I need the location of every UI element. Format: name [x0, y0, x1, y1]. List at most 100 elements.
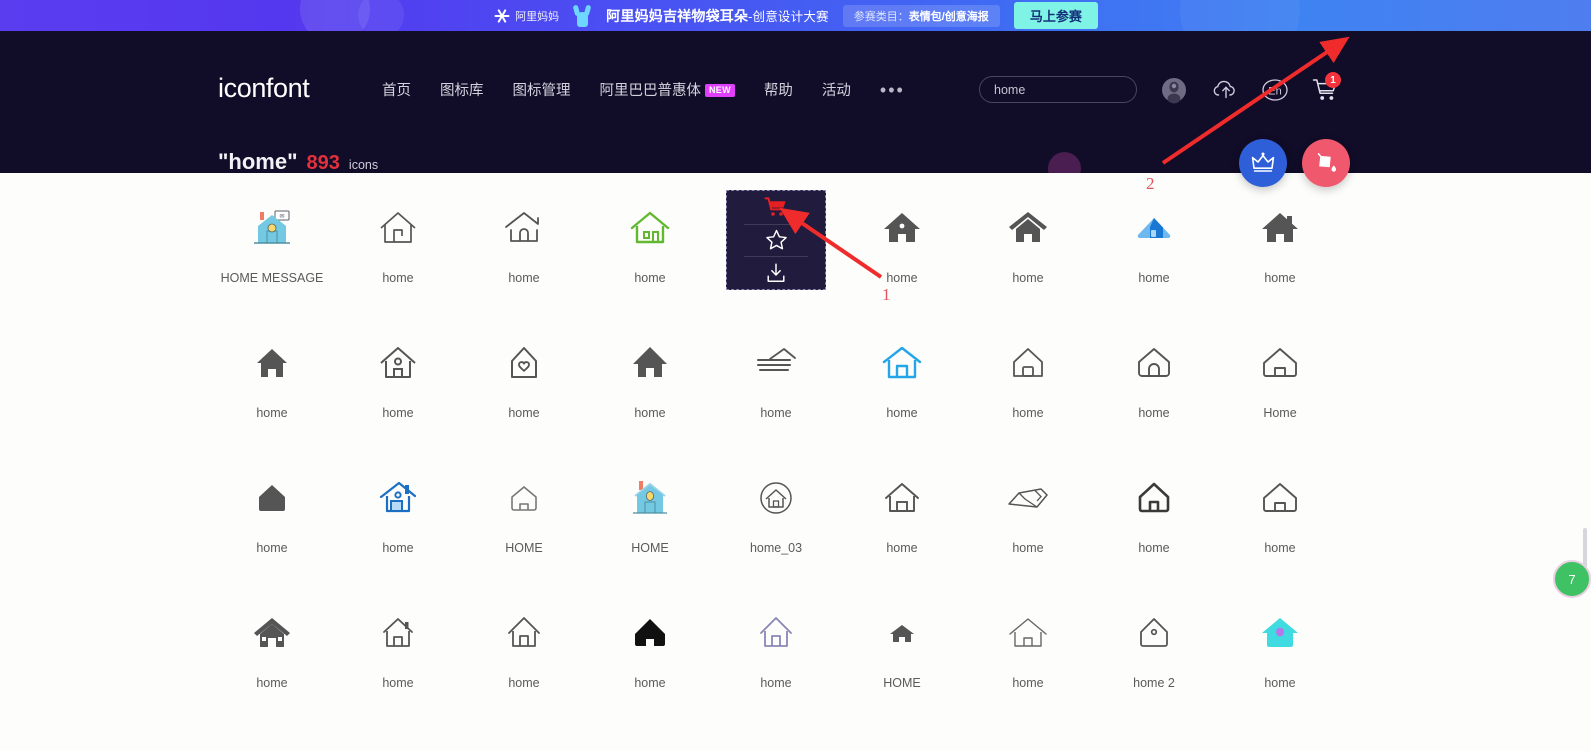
icon-card[interactable]: home	[965, 590, 1091, 708]
solid-house-roofline-icon	[1000, 202, 1056, 254]
upload-button[interactable]	[1212, 76, 1240, 104]
site-header: iconfont 首页 图标库 图标管理 阿里巴巴普惠体NEW 帮助 活动 ••…	[0, 31, 1591, 173]
icon-label: home	[634, 271, 665, 285]
icon-card[interactable]: home	[1091, 185, 1217, 303]
avatar[interactable]	[1160, 76, 1188, 104]
avatar-icon[interactable]	[1160, 76, 1188, 104]
icon-card[interactable]: home	[1091, 320, 1217, 438]
nav-item-home[interactable]: 首页	[382, 79, 411, 100]
icon-card[interactable]: home	[965, 320, 1091, 438]
solid-house-narrow-icon	[244, 337, 300, 389]
icon-card[interactable]: home	[1091, 455, 1217, 573]
icon-card[interactable]: home	[335, 320, 461, 438]
icon-label: HOME	[505, 541, 543, 555]
icon-card[interactable]: home	[713, 320, 839, 438]
nav-label: 图标管理	[513, 83, 571, 99]
scrollbar-thumb[interactable]	[1583, 528, 1587, 568]
annotation-number-1: 1	[882, 285, 891, 305]
promo-decoration-blob	[1180, 0, 1300, 31]
icon-card[interactable]: HOME	[461, 455, 587, 573]
download-action[interactable]	[727, 256, 825, 289]
english-lang-icon[interactable]: En	[1261, 76, 1289, 104]
nav-label: 活动	[822, 83, 851, 99]
star-icon[interactable]	[765, 228, 788, 251]
icon-label: home	[634, 406, 665, 420]
icon-card[interactable]: home	[587, 320, 713, 438]
icon-card[interactable]: home	[839, 320, 965, 438]
shopping-cart-icon[interactable]	[764, 196, 788, 218]
icon-card[interactable]: home	[587, 590, 713, 708]
blue-outline-house-icon	[874, 337, 930, 389]
outline-house-dot-icon	[1126, 607, 1182, 659]
icon-card[interactable]: home	[1217, 590, 1343, 708]
icon-card[interactable]: home	[965, 455, 1091, 573]
outline-house-door-wide-icon	[874, 472, 930, 524]
icon-label: home	[1012, 541, 1043, 555]
cloud-upload-icon[interactable]	[1212, 76, 1240, 104]
floating-edge-widget[interactable]: 7	[1553, 560, 1591, 598]
promo-category: 参赛类目：表情包/创意海报	[843, 5, 1000, 27]
icon-label: HOME MESSAGE	[221, 271, 324, 285]
more-menu-icon[interactable]: •••	[880, 85, 905, 95]
nav-item-help[interactable]: 帮助	[764, 79, 793, 100]
site-logo[interactable]: iconfont	[218, 73, 309, 104]
cyan-filled-house-icon	[1252, 607, 1308, 659]
icon-grid: ✉ HOME MESSAGE home	[209, 185, 1343, 725]
download-icon[interactable]	[765, 262, 787, 284]
mascot-icon	[573, 5, 592, 27]
icon-card[interactable]: home	[209, 455, 335, 573]
icon-card[interactable]: home	[461, 590, 587, 708]
nav-label: 阿里巴巴普惠体	[600, 83, 702, 99]
icon-label: HOME	[631, 541, 669, 555]
nav-item-icon-management[interactable]: 图标管理	[513, 79, 571, 100]
icon-card[interactable]: home	[209, 590, 335, 708]
outline-house-chimney-thin-icon	[370, 607, 426, 659]
outline-house-plain-icon	[1252, 472, 1308, 524]
nav-item-icon-library[interactable]: 图标库	[440, 79, 484, 100]
icon-card[interactable]: home 2	[1091, 590, 1217, 708]
hero-decoration-circle	[1048, 152, 1081, 173]
icon-card[interactable]: home	[461, 185, 587, 303]
icon-card[interactable]: home	[335, 185, 461, 303]
solid-house-textured-icon	[244, 607, 300, 659]
vip-button[interactable]	[1239, 139, 1287, 187]
theme-color-button[interactable]	[1302, 139, 1350, 187]
join-contest-button[interactable]: 马上参赛	[1014, 2, 1098, 29]
icon-label: home	[1138, 271, 1169, 285]
nav-item-activity[interactable]: 活动	[822, 79, 851, 100]
icon-label: home	[256, 406, 287, 420]
icon-label: home	[256, 541, 287, 555]
icon-card[interactable]: HOME	[587, 455, 713, 573]
add-to-cart-action[interactable]	[727, 191, 825, 224]
icon-label: home	[886, 541, 917, 555]
icon-label: home	[508, 676, 539, 690]
icon-card[interactable]: home	[335, 590, 461, 708]
icon-card[interactable]: home	[335, 455, 461, 573]
icon-card[interactable]: home	[965, 185, 1091, 303]
icon-card[interactable]: home	[209, 320, 335, 438]
language-toggle[interactable]: En	[1261, 76, 1289, 104]
icon-card[interactable]: home	[839, 455, 965, 573]
icon-card[interactable]: Home	[1217, 320, 1343, 438]
bold-house-door-icon	[1126, 472, 1182, 524]
icon-card[interactable]: HOME	[839, 590, 965, 708]
icon-card[interactable]: home	[713, 590, 839, 708]
icon-card[interactable]: home	[587, 185, 713, 303]
icon-card[interactable]: home	[1217, 185, 1343, 303]
icon-card[interactable]: home	[461, 320, 587, 438]
paint-bucket-icon[interactable]	[1313, 150, 1339, 176]
nav-item-alibaba-font[interactable]: 阿里巴巴普惠体NEW	[600, 79, 735, 100]
crown-icon[interactable]	[1250, 150, 1276, 176]
search-box[interactable]	[979, 76, 1137, 103]
icon-card[interactable]: home	[1217, 455, 1343, 573]
icon-label: home	[382, 676, 413, 690]
add-to-favorites-action[interactable]	[727, 224, 825, 257]
icon-card[interactable]: home_03	[713, 455, 839, 573]
outline-house-green-icon	[622, 202, 678, 254]
icon-card[interactable]: home	[839, 185, 965, 303]
color-house-message-icon: ✉	[244, 202, 300, 254]
icon-card[interactable]: ✉ HOME MESSAGE	[209, 185, 335, 303]
search-input[interactable]	[994, 83, 1155, 97]
cart-badge: 1	[1325, 72, 1341, 88]
icon-card-hovered[interactable]	[726, 190, 826, 290]
